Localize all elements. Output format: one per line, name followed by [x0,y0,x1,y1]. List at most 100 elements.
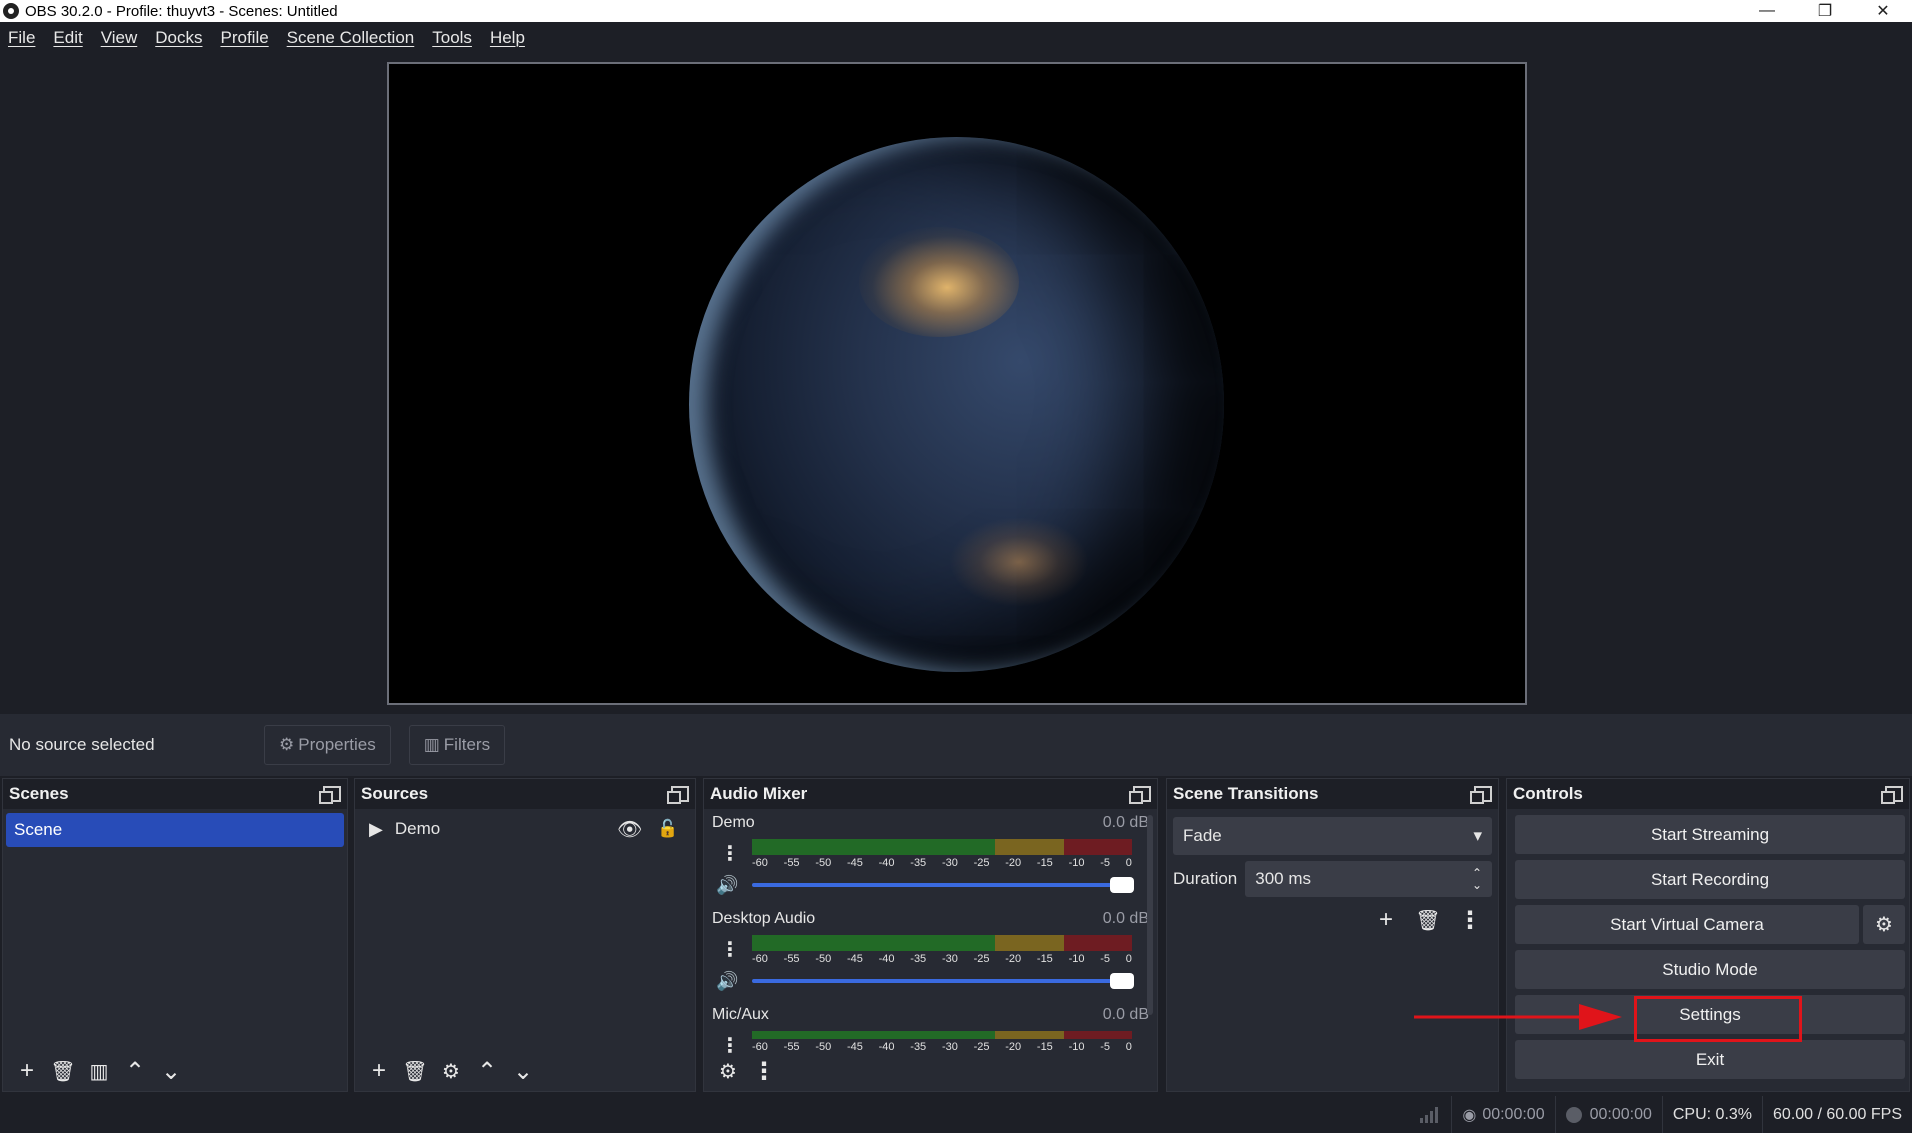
controls-title: Controls [1513,784,1583,803]
scene-list-item[interactable]: Scene [6,813,344,847]
scene-transitions-dock: Scene Transitions Fade ▾ Duration 300 ms… [1166,778,1499,1092]
menu-file[interactable]: File [0,28,45,48]
slider-handle[interactable] [1110,973,1134,989]
start-streaming-button[interactable]: Start Streaming [1515,815,1905,854]
duration-label: Duration [1173,869,1238,888]
advanced-audio-gear-icon[interactable]: ⚙ [710,1054,746,1088]
restore-button[interactable]: ❐ [1796,1,1854,21]
dropdown-arrow-icon: ▾ [1473,826,1482,845]
undock-icon[interactable] [1129,786,1151,804]
chevron-down-icon[interactable]: ⌄ [505,1054,541,1088]
filter-icon: ▥ [423,735,440,754]
settings-button[interactable]: Settings [1515,995,1905,1034]
chevron-down-icon[interactable]: ⌄ [153,1054,189,1088]
scenes-header: Scenes [3,779,347,809]
exit-button[interactable]: Exit [1515,1040,1905,1079]
undock-icon[interactable] [1470,786,1492,804]
gear-icon: ⚙ [279,735,295,754]
menu-scene-collection[interactable]: Scene Collection [279,28,425,48]
kebab-menu-icon[interactable]: ⋮ [720,937,740,962]
volume-slider[interactable] [752,973,1134,989]
menu-docks[interactable]: Docks [147,28,212,48]
obs-logo-icon [3,3,19,19]
undock-icon[interactable] [667,786,689,804]
virtual-camera-row: Start Virtual Camera ⚙ [1507,899,1909,944]
channel-name: Desktop Audio [712,910,816,927]
kebab-menu-icon[interactable]: ⋮ [746,1054,782,1088]
duration-value: 300 ms [1255,869,1312,888]
menu-profile[interactable]: Profile [212,28,278,48]
properties-label: Properties [298,735,376,754]
close-button[interactable]: ✕ [1854,1,1912,21]
virtual-camera-gear-icon[interactable]: ⚙ [1863,905,1905,944]
properties-button[interactable]: ⚙ Properties [264,725,391,765]
filter-icon[interactable]: ▥ [81,1054,117,1088]
stream-time: 00:00:00 [1482,1105,1545,1123]
cpu-usage: CPU: 0.3% [1661,1096,1762,1133]
stream-timer: ◉ 00:00:00 [1451,1096,1554,1133]
program-preview[interactable] [387,62,1527,705]
transition-toolbar: + 🗑 ⋮ [1167,903,1498,937]
broadcast-icon: ◉ [1462,1106,1477,1124]
channel-db: 0.0 dB [1102,910,1149,927]
network-signal-icon [1409,1096,1451,1133]
filters-button[interactable]: ▥ Filters [408,725,506,765]
chevron-up-icon[interactable]: ⌃ [117,1054,153,1088]
record-timer: 00:00:00 [1554,1096,1662,1133]
channel-db: 0.0 dB [1102,1006,1149,1023]
meter-ticks: -60 -55 -50 -45 -40 -35 -30 -25 -20 -15 -10 -5 0 [752,857,1132,869]
meter-ticks: -60 -55 -50 -45 -40 -35 -30 -25 -20 -15 -10 -5 0 [752,953,1132,965]
gear-icon[interactable]: ⚙ [433,1054,469,1088]
transition-value: Fade [1183,826,1222,845]
duration-row: Duration 300 ms ⌃ ⌄ [1173,861,1492,897]
kebab-menu-icon[interactable]: ⋮ [1452,903,1488,937]
menu-edit[interactable]: Edit [45,28,92,48]
undock-icon[interactable] [1881,786,1903,804]
speaker-icon[interactable]: 🔊 [716,971,738,992]
trash-icon[interactable]: 🗑 [1410,903,1446,937]
start-recording-button[interactable]: Start Recording [1515,860,1905,899]
channel-name: Mic/Aux [712,1006,769,1023]
trash-icon[interactable]: 🗑 [45,1054,81,1088]
spin-arrows-icon[interactable]: ⌃ ⌄ [1472,867,1482,891]
kebab-menu-icon[interactable]: ⋮ [720,841,740,866]
undock-icon[interactable] [319,786,341,804]
play-icon: ▶ [369,818,383,839]
speaker-icon[interactable]: 🔊 [716,875,738,896]
transition-select[interactable]: Fade ▾ [1173,817,1492,855]
add-icon[interactable]: + [361,1054,397,1088]
chevron-up-icon[interactable]: ⌃ [469,1054,505,1088]
lock-icon[interactable]: 🔓 [657,819,678,839]
preview-area [0,54,1912,714]
start-virtual-camera-button[interactable]: Start Virtual Camera [1515,905,1859,944]
menu-tools[interactable]: Tools [424,28,482,48]
city-lights-south [949,517,1089,607]
volume-meter [752,1031,1132,1039]
menu-view[interactable]: View [93,28,148,48]
status-bar: ◉ 00:00:00 00:00:00 CPU: 0.3% 60.00 / 60… [0,1096,1912,1133]
trash-icon[interactable]: 🗑 [397,1054,433,1088]
add-icon[interactable]: + [9,1054,45,1088]
menu-bar: File Edit View Docks Profile Scene Colle… [0,22,1912,54]
scenes-dock: Scenes Scene + 🗑 ▥ ⌃ ⌄ [2,778,348,1092]
city-lights [859,227,1019,337]
volume-slider[interactable] [752,877,1134,893]
eye-icon[interactable]: 👁 [617,817,642,842]
studio-mode-button[interactable]: Studio Mode [1515,950,1905,989]
controls-header: Controls [1507,779,1909,809]
duration-spinbox[interactable]: 300 ms ⌃ ⌄ [1245,861,1492,897]
volume-meter [752,839,1132,855]
source-list-item[interactable]: ▶ Demo 👁 🔓 [355,809,695,849]
menu-help[interactable]: Help [482,28,535,48]
mixer-scrollbar[interactable] [1147,815,1153,1015]
volume-meter [752,935,1132,951]
channel-db: 0.0 dB [1102,814,1149,831]
filters-label: Filters [443,735,491,754]
minimize-button[interactable]: — [1738,2,1796,20]
mixer-toolbar: ⚙ ⋮ [704,1051,1157,1091]
window-title: OBS 30.2.0 - Profile: thuyvt3 - Scenes: … [25,2,338,20]
mixer-channel: Desktop Audio 0.0 dB ⋮ -60 -55 -50 -45 -40 -3… [704,905,1157,1001]
add-icon[interactable]: + [1368,903,1404,937]
slider-handle[interactable] [1110,877,1134,893]
sources-title: Sources [361,784,429,803]
